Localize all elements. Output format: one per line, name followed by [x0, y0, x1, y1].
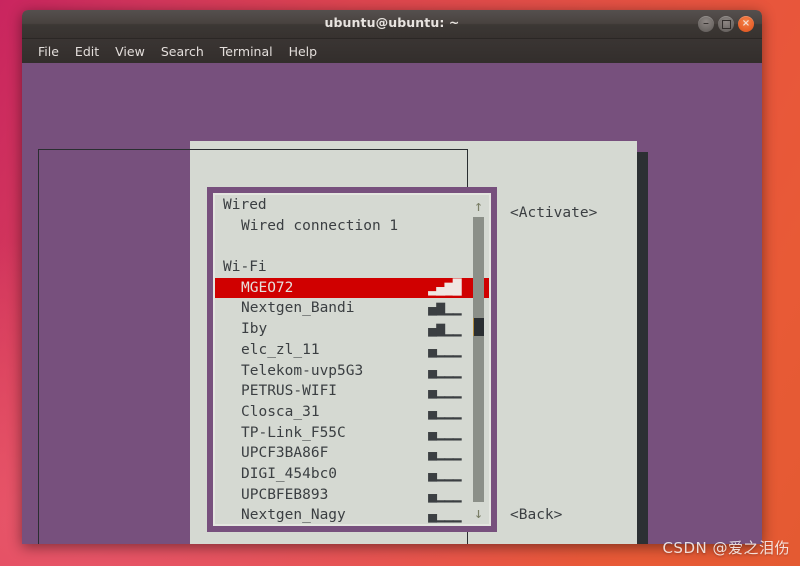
- signal-strength-icon: ▄▁▁▁: [428, 423, 461, 444]
- signal-strength-icon: ▄▁▁▁: [428, 340, 461, 361]
- list-item[interactable]: TP-Link_F55C ▄▁▁▁: [215, 423, 489, 444]
- list-item-label: Closca_31: [241, 402, 320, 423]
- signal-strength-icon: ▄▁▁▁: [428, 402, 461, 423]
- scrollbar-thumb[interactable]: [473, 318, 484, 336]
- close-icon: ×: [742, 19, 750, 29]
- watermark: CSDN @爱之泪伤: [662, 537, 790, 558]
- signal-strength-icon: ▄▁▁▁: [428, 381, 461, 402]
- minimize-button[interactable]: –: [698, 16, 714, 32]
- maximize-icon: [722, 20, 731, 29]
- list-item[interactable]: Nextgen_Nagy ▄▁▁▁: [215, 505, 489, 526]
- list-item[interactable]: Wi-Fi: [215, 257, 489, 278]
- list-item[interactable]: UPCF3BA86F ▄▁▁▁: [215, 443, 489, 464]
- list-item-label: Wired connection 1: [241, 216, 398, 237]
- signal-strength-icon: ▄▆▁▁: [428, 319, 461, 340]
- signal-strength-icon: ▄▁▁▁: [428, 361, 461, 382]
- list-item-label: Nextgen_Bandi: [241, 298, 355, 319]
- list-item[interactable]: DIGI_454bc0 ▄▁▁▁: [215, 464, 489, 485]
- list-item[interactable]: PETRUS-WIFI ▄▁▁▁: [215, 381, 489, 402]
- desktop-wallpaper: ubuntu@ubuntu: ~ – × FileEditViewSearchT…: [0, 0, 800, 566]
- terminal-window: ubuntu@ubuntu: ~ – × FileEditViewSearchT…: [22, 10, 762, 544]
- signal-strength-icon: ▄▁▁▁: [428, 443, 461, 464]
- list-item-label: Iby: [241, 319, 267, 340]
- signal-strength-icon: ▄▁▁▁: [428, 485, 461, 506]
- maximize-button[interactable]: [718, 16, 734, 32]
- menu-item-view[interactable]: View: [107, 42, 153, 61]
- list-item[interactable]: UPCBFEB893 ▄▁▁▁: [215, 485, 489, 506]
- list-item[interactable]: elc_zl_11 ▄▁▁▁: [215, 340, 489, 361]
- list-item-label: Wired: [223, 195, 267, 216]
- list-item-label: DIGI_454bc0: [241, 464, 337, 485]
- window-controls: – ×: [698, 16, 754, 32]
- scrollbar-track[interactable]: [473, 217, 484, 502]
- menu-item-file[interactable]: File: [30, 42, 67, 61]
- menu-item-terminal[interactable]: Terminal: [212, 42, 281, 61]
- connection-list-panel[interactable]: WiredWired connection 1Wi-FiMGEO72▂▄▆█Ne…: [213, 193, 491, 526]
- list-item[interactable]: Nextgen_Bandi ▄▆▁▁: [215, 298, 489, 319]
- signal-strength-icon: ▄▆▁▁: [428, 298, 461, 319]
- scroll-up-arrow-icon[interactable]: ↑: [471, 197, 486, 215]
- minimize-icon: –: [703, 17, 709, 29]
- list-item-label: MGEO72: [241, 278, 293, 299]
- menu-item-edit[interactable]: Edit: [67, 42, 107, 61]
- list-item-label: Telekom-uvp5G3: [241, 361, 363, 382]
- list-item[interactable]: Wired: [215, 195, 489, 216]
- menu-item-search[interactable]: Search: [153, 42, 212, 61]
- menubar: FileEditViewSearchTerminalHelp: [22, 39, 762, 63]
- list-scrollbar[interactable]: ↑ ↓: [471, 197, 486, 522]
- list-item-label: Nextgen_Nagy: [241, 505, 346, 526]
- list-item-label: UPCBFEB893: [241, 485, 328, 506]
- signal-strength-icon: ▂▄▆█: [428, 278, 461, 299]
- connection-list[interactable]: WiredWired connection 1Wi-FiMGEO72▂▄▆█Ne…: [215, 195, 489, 524]
- back-button[interactable]: <Back>: [510, 507, 562, 523]
- menu-item-help[interactable]: Help: [281, 42, 326, 61]
- list-item[interactable]: Closca_31 ▄▁▁▁: [215, 402, 489, 423]
- list-item[interactable]: Wired connection 1: [215, 216, 489, 237]
- window-titlebar[interactable]: ubuntu@ubuntu: ~ – ×: [22, 10, 762, 39]
- close-button[interactable]: ×: [738, 16, 754, 32]
- list-item[interactable]: Telekom-uvp5G3 ▄▁▁▁: [215, 361, 489, 382]
- signal-strength-icon: ▄▁▁▁: [428, 505, 461, 526]
- list-item-label: elc_zl_11: [241, 340, 320, 361]
- list-item-label: TP-Link_F55C: [241, 423, 346, 444]
- activate-button[interactable]: <Activate>: [510, 205, 597, 221]
- scroll-down-arrow-icon[interactable]: ↓: [471, 504, 486, 522]
- window-title: ubuntu@ubuntu: ~: [22, 15, 762, 30]
- list-item[interactable]: Iby ▄▆▁▁: [215, 319, 489, 340]
- list-item-label: PETRUS-WIFI: [241, 381, 337, 402]
- list-item-label: UPCF3BA86F: [241, 443, 328, 464]
- terminal-body[interactable]: WiredWired connection 1Wi-FiMGEO72▂▄▆█Ne…: [22, 63, 762, 544]
- list-item-label: Wi-Fi: [223, 257, 267, 278]
- list-spacer: [215, 236, 489, 257]
- list-item[interactable]: MGEO72 ▂▄▆█: [215, 278, 489, 299]
- signal-strength-icon: ▄▁▁▁: [428, 464, 461, 485]
